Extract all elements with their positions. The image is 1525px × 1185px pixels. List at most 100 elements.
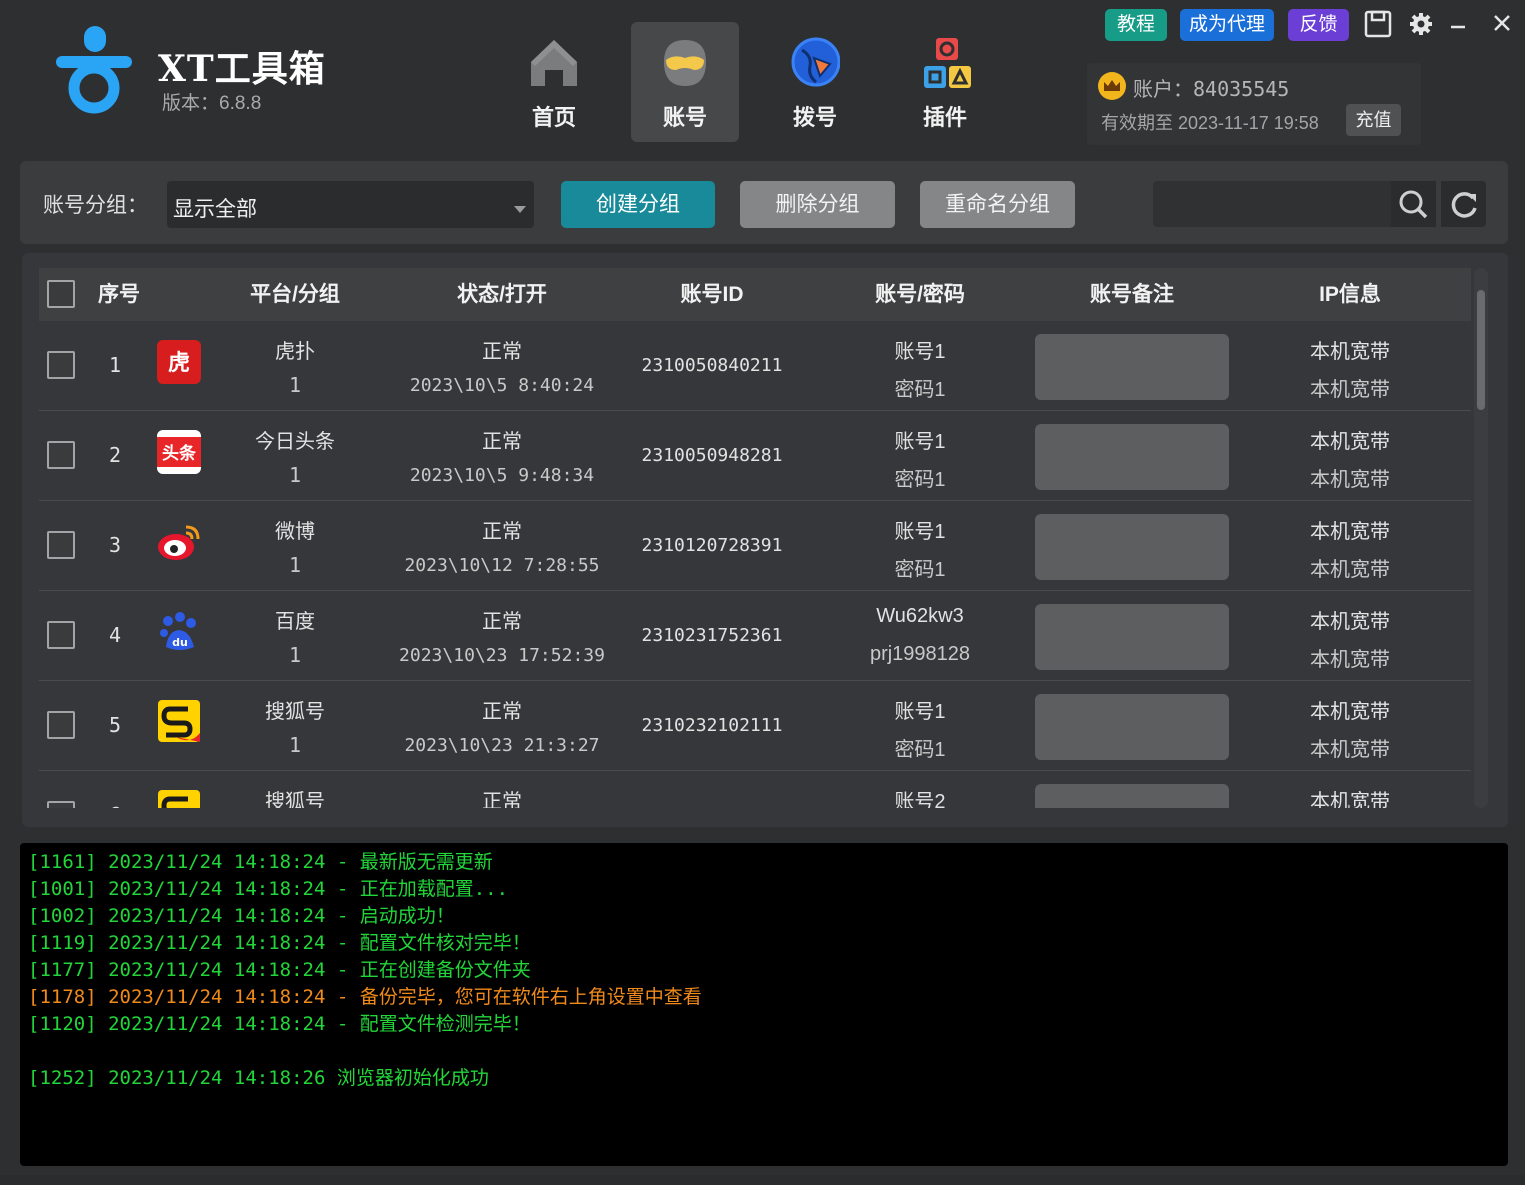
account-name[interactable]: 账号1 xyxy=(850,695,990,724)
remark-field[interactable] xyxy=(1035,694,1229,760)
bottom-strip xyxy=(0,1175,1525,1185)
ip-info-secondary: 本机宽带 xyxy=(1310,559,1390,581)
row-checkbox[interactable] xyxy=(47,531,75,559)
delete-group-button[interactable]: 删除分组 xyxy=(740,181,895,228)
row-checkbox[interactable] xyxy=(47,441,75,469)
account-panel: 账户：84035545 有效期至 2023-11-17 19:58 充值 xyxy=(1087,63,1421,145)
search-icon[interactable] xyxy=(1391,181,1436,227)
baidu-icon: du xyxy=(156,609,202,655)
ip-info: 本机宽带 xyxy=(1310,521,1390,543)
ip-info: 本机宽带 xyxy=(1310,341,1390,363)
status-text: 正常 xyxy=(482,521,522,543)
opened-time: 2023\10\23 21:3:27 xyxy=(404,735,600,756)
tab-account-label: 账号 xyxy=(662,105,707,130)
account-name[interactable]: 账号2 xyxy=(850,785,990,808)
ip-info-secondary: 本机宽带 xyxy=(1310,739,1390,761)
row-checkbox[interactable] xyxy=(47,801,75,808)
log-line: [1161] 2023/11/24 14:18:24 - 最新版无需更新 xyxy=(28,851,493,873)
group-name: 1 xyxy=(288,553,302,577)
account-password[interactable]: 密码1 xyxy=(850,553,990,582)
ip-info: 本机宽带 xyxy=(1310,791,1390,808)
header-status: 状态/打开 xyxy=(457,283,547,306)
tab-home-label: 首页 xyxy=(531,105,576,130)
header-remark: 账号备注 xyxy=(1090,283,1174,306)
table-row[interactable]: 3 微博 1 正常 2023\10\12 7:28:55 2310120728391 账号1… xyxy=(39,501,1471,591)
row-no: 3 xyxy=(108,533,122,557)
account-password[interactable]: 密码1 xyxy=(850,373,990,402)
row-checkbox[interactable] xyxy=(47,621,75,649)
scroll-thumb[interactable] xyxy=(1477,290,1485,410)
account-password[interactable]: prj1998128 xyxy=(850,643,990,666)
table-scrollbar[interactable] xyxy=(1474,268,1488,808)
remark-field[interactable] xyxy=(1035,424,1229,490)
rename-group-button[interactable]: 重命名分组 xyxy=(920,181,1075,228)
status-text: 正常 xyxy=(482,791,522,808)
account-password[interactable]: 密码1 xyxy=(850,463,990,492)
table-row[interactable]: 2 头条 今日头条 1 正常 2023\10\5 9:48:34 2310050948281… xyxy=(39,411,1471,501)
minimize-icon[interactable] xyxy=(1444,10,1472,38)
account-id-cell: 2310120728391 xyxy=(641,535,783,556)
recharge-button[interactable]: 充值 xyxy=(1346,104,1401,136)
table-row[interactable]: 1 虎 虎扑 1 正常 2023\10\5 8:40:24 2310050840211 账号1… xyxy=(39,321,1471,411)
remark-field[interactable] xyxy=(1035,784,1229,808)
account-name[interactable]: 账号1 xyxy=(850,425,990,454)
group-select[interactable]: 显示全部 xyxy=(167,181,534,228)
log-line: [1252] 2023/11/24 14:18:26 浏览器初始化成功 xyxy=(28,1067,489,1089)
tutorial-button[interactable]: 教程 xyxy=(1105,9,1167,41)
tab-dial[interactable]: 拨号 xyxy=(761,22,869,142)
gear-icon[interactable] xyxy=(1407,10,1435,38)
table-row[interactable]: 6 搜狐号 正常 账号2 本机宽带 xyxy=(39,771,1471,808)
remark-field[interactable] xyxy=(1035,514,1229,580)
account-name[interactable]: 账号1 xyxy=(850,335,990,364)
status-text: 正常 xyxy=(482,341,522,363)
app-logo xyxy=(52,22,136,118)
log-line: [1001] 2023/11/24 14:18:24 - 正在加载配置... xyxy=(28,878,509,900)
become-agent-button[interactable]: 成为代理 xyxy=(1180,9,1274,41)
ip-info: 本机宽带 xyxy=(1310,701,1390,723)
table-row[interactable]: 4 du 百度 1 正常 2023\10\23 17:52:39 2310231752361… xyxy=(39,591,1471,681)
group-name: 1 xyxy=(288,733,302,757)
search-input[interactable] xyxy=(1153,181,1393,227)
account-id-cell: 2310050948281 xyxy=(641,445,783,466)
tab-plugin[interactable]: 插件 xyxy=(891,22,999,142)
tab-plugin-label: 插件 xyxy=(922,105,967,130)
dial-icon xyxy=(790,36,841,90)
row-checkbox[interactable] xyxy=(47,351,75,379)
create-group-button[interactable]: 创建分组 xyxy=(561,181,715,228)
tab-home[interactable]: 首页 xyxy=(500,22,608,142)
save-icon[interactable] xyxy=(1364,10,1392,38)
tab-account[interactable]: 账号 xyxy=(631,22,739,142)
table-body: 1 虎 虎扑 1 正常 2023\10\5 8:40:24 2310050840211 账号1… xyxy=(39,321,1471,808)
sohu-icon xyxy=(156,789,202,808)
opened-time: 2023\10\23 17:52:39 xyxy=(399,645,605,666)
platform-name: 搜狐号 xyxy=(265,701,325,723)
select-all-checkbox[interactable] xyxy=(47,280,75,308)
hupu-icon: 虎 xyxy=(156,339,202,385)
account-icon xyxy=(660,36,710,90)
header-no: 序号 xyxy=(98,283,140,306)
refresh-icon[interactable] xyxy=(1441,181,1486,227)
remark-field[interactable] xyxy=(1035,334,1229,400)
remark-field[interactable] xyxy=(1035,604,1229,670)
status-text: 正常 xyxy=(482,701,522,723)
svg-text:du: du xyxy=(172,636,188,649)
feedback-button[interactable]: 反馈 xyxy=(1288,9,1349,41)
log-line: [1120] 2023/11/24 14:18:24 - 配置文件检测完毕！ xyxy=(28,1013,531,1035)
header-account-password: 账号/密码 xyxy=(875,283,965,306)
account-name[interactable]: 账号1 xyxy=(850,515,990,544)
row-no: 6 xyxy=(91,803,139,808)
row-checkbox[interactable] xyxy=(47,711,75,739)
plugin-icon xyxy=(920,36,971,90)
account-password[interactable]: 密码1 xyxy=(850,733,990,762)
platform-name: 搜狐号 xyxy=(265,791,325,808)
ip-info: 本机宽带 xyxy=(1310,611,1390,633)
table-header: 序号 平台/分组 状态/打开 账号ID 账号/密码 账号备注 IP信息 xyxy=(39,268,1471,321)
account-id-cell: 2310050840211 xyxy=(641,355,783,376)
header-platform: 平台/分组 xyxy=(250,283,340,306)
log-line: [1178] 2023/11/24 14:18:24 - 备份完毕，您可在软件右… xyxy=(28,986,702,1008)
close-icon[interactable] xyxy=(1488,10,1516,38)
account-name[interactable]: Wu62kw3 xyxy=(850,605,990,628)
sohu-icon xyxy=(156,699,202,745)
table-row[interactable]: 5 搜狐号 1 正常 2023\10\23 21:3:27 2310232102111 账号… xyxy=(39,681,1471,771)
ip-info: 本机宽带 xyxy=(1310,431,1390,453)
